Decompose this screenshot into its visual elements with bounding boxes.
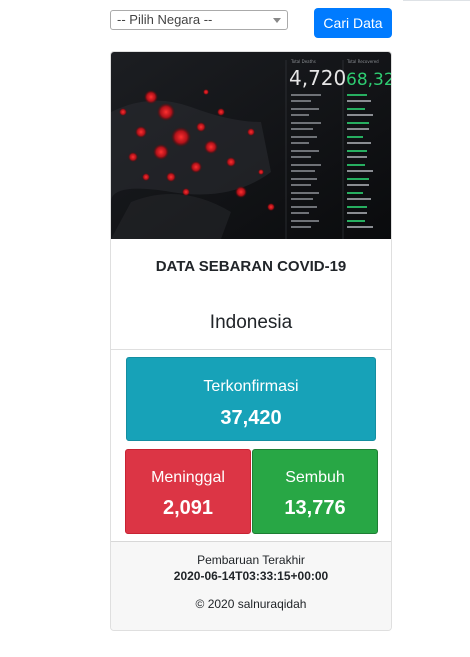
card-title: DATA SEBARAN COVID-19 — [155, 258, 347, 275]
recovered-label: Sembuh — [285, 469, 345, 486]
deaths-box: Meninggal 2,091 — [125, 449, 251, 534]
covid-card: Total Deaths 4,720 Total Recovered 68,32… — [110, 51, 392, 631]
card-divider — [111, 349, 391, 350]
last-update-label: Pembaruan Terakhir — [197, 553, 305, 567]
top-divider — [403, 0, 470, 1]
confirmed-label: Terkonfirmasi — [203, 378, 299, 395]
search-data-button[interactable]: Cari Data — [314, 8, 392, 38]
confirmed-value: 37,420 — [220, 407, 282, 429]
last-update-date: 2020-06-14T03:33:15+00:00 — [173, 569, 329, 583]
total-recovered-label: Total Recovered — [346, 59, 379, 64]
total-recovered-value: 68,324 — [346, 70, 391, 90]
country-name: Indonesia — [209, 312, 293, 333]
confirmed-box: Terkonfirmasi 37,420 — [126, 357, 376, 441]
deaths-label: Meninggal — [151, 469, 225, 486]
deaths-value: 2,091 — [162, 497, 214, 519]
covid-map-image: Total Deaths 4,720 Total Recovered 68,32… — [111, 52, 391, 239]
card-footer: Pembaruan Terakhir 2020-06-14T03:33:15+0… — [111, 541, 391, 630]
copyright-text: © 2020 salnuraqidah — [195, 597, 307, 611]
chevron-down-icon — [273, 18, 281, 23]
total-deaths-value: 4,720 — [289, 66, 346, 90]
country-select-value: -- Pilih Negara -- — [117, 12, 213, 27]
total-deaths-label: Total Deaths — [290, 59, 316, 64]
recovered-box: Sembuh 13,776 — [252, 449, 378, 534]
recovered-value: 13,776 — [284, 497, 346, 519]
country-select[interactable]: -- Pilih Negara -- — [110, 10, 288, 30]
